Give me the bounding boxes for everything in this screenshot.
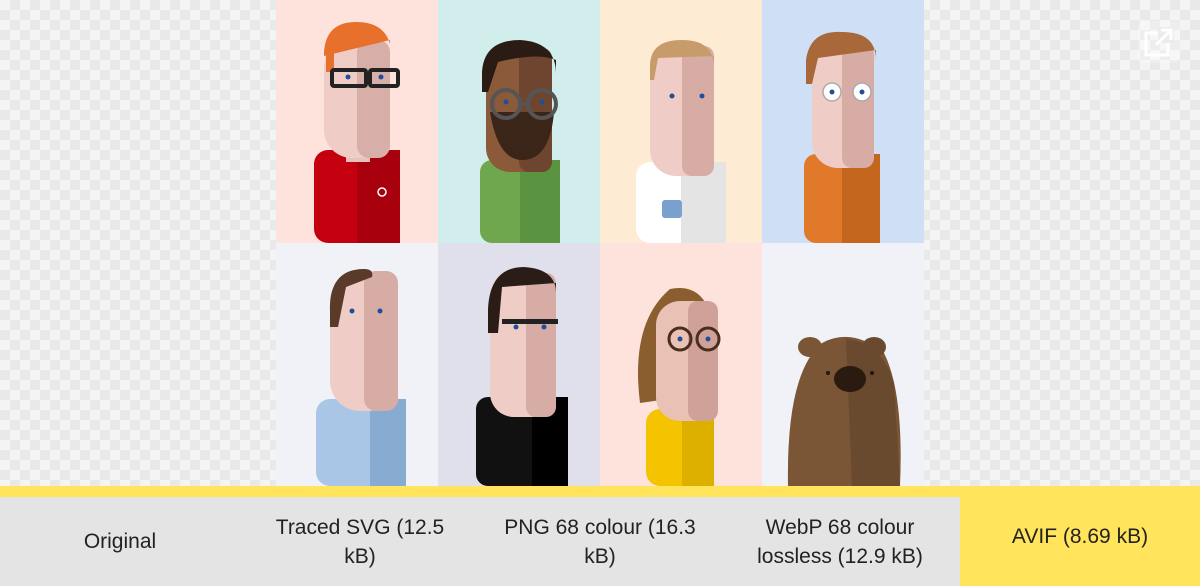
tile-person-dark-hair [438,243,600,486]
format-selector-bar: Original Traced SVG (12.5 kB) PNG 68 col… [0,486,1200,586]
person-bearded-illustration [438,0,600,243]
open-in-new-window-button[interactable] [1138,21,1180,63]
tile-person-long-hair [600,243,762,486]
option-png-68-colour[interactable]: PNG 68 colour (16.3 kB) [480,497,720,586]
person-long-hair-illustration [600,243,762,486]
external-link-icon [1144,27,1174,57]
person-ginger-illustration [762,0,924,243]
person-blond-illustration [600,0,762,243]
tile-person-ginger [762,0,924,243]
tile-person-redhead [276,0,438,243]
wombat-illustration [762,243,924,486]
tile-wombat [762,243,924,486]
option-original[interactable]: Original [0,497,240,586]
tile-person-bearded [438,0,600,243]
option-webp-68-colour-lossless[interactable]: WebP 68 colour lossless (12.9 kB) [720,497,960,586]
tile-person-brown-hair [276,243,438,486]
person-redhead-illustration [276,0,438,243]
option-traced-svg[interactable]: Traced SVG (12.5 kB) [240,497,480,586]
avatar-gallery [276,0,924,486]
person-brown-hair-illustration [276,243,438,486]
person-dark-hair-illustration [438,243,600,486]
option-avif[interactable]: AVIF (8.69 kB) [960,486,1200,586]
tile-person-blond [600,0,762,243]
